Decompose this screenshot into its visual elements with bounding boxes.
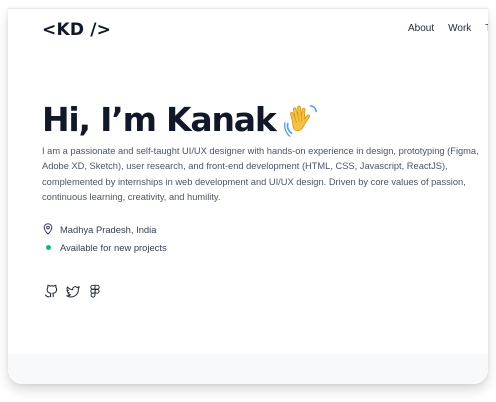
status-dot-icon — [42, 241, 54, 253]
github-icon[interactable] — [44, 284, 58, 298]
availability-row: Available for new projects — [42, 241, 167, 253]
social-links — [44, 284, 102, 298]
main-nav: About Work T — [408, 23, 488, 34]
hero-heading: Hi, I’m Kanak — [42, 100, 318, 139]
top-divider — [8, 8, 488, 9]
hero-greeting: Hi, I’m Kanak — [42, 100, 277, 139]
availability-text: Available for new projects — [60, 241, 167, 253]
location-text: Madhya Pradesh, India — [60, 223, 157, 235]
footer-band — [8, 354, 488, 384]
nav-item-truncated[interactable]: T — [485, 23, 488, 34]
browser-frame: <KD /> About Work T Hi, I’m Kanak I am a… — [8, 8, 488, 384]
figma-icon[interactable] — [88, 284, 102, 298]
twitter-icon[interactable] — [66, 284, 80, 298]
hero-bio: I am a passionate and self-taught UI/UX … — [42, 146, 479, 202]
location-pin-icon — [42, 223, 54, 235]
site-header: <KD /> About Work T — [42, 20, 488, 44]
location-row: Madhya Pradesh, India — [42, 223, 156, 235]
nav-work[interactable]: Work — [448, 23, 471, 34]
nav-about[interactable]: About — [408, 23, 434, 34]
logo[interactable]: <KD /> — [42, 20, 111, 40]
waving-hand-icon — [283, 103, 318, 137]
